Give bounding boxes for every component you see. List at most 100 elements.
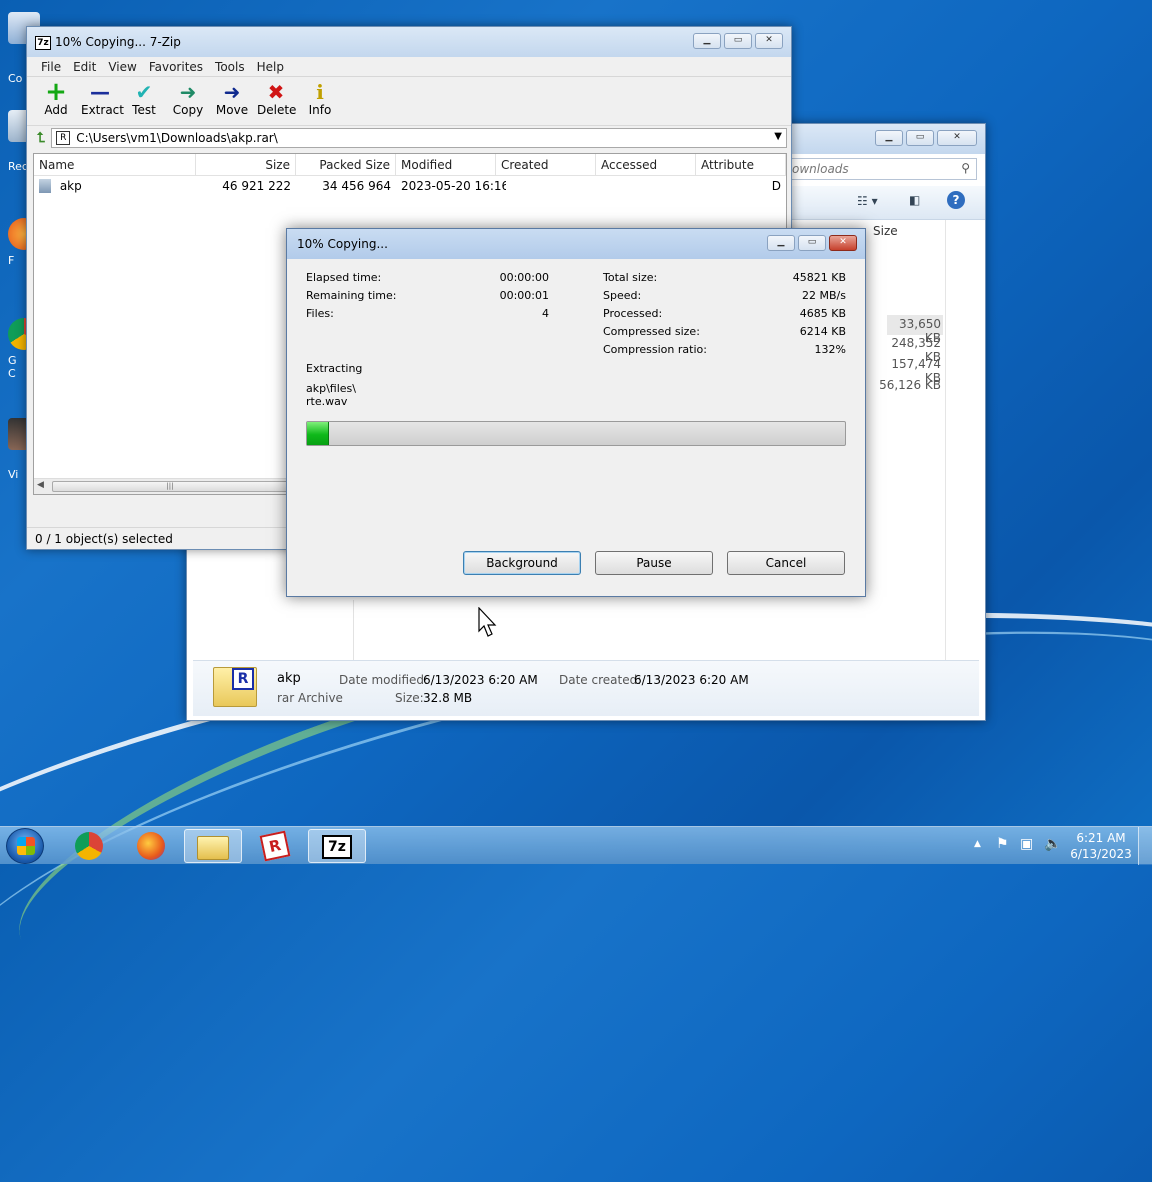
date-created-label: Date created: [559,673,642,687]
remaining-time-value: 00:00:01 [499,289,549,302]
total-size-value: 45821 KB [792,271,846,284]
add-label: Add [44,103,68,117]
taskbar-7zip[interactable]: 7z [308,829,366,863]
roblox-icon: R [259,830,291,862]
menu-tools[interactable]: Tools [209,57,251,76]
size-column-header[interactable]: Size [873,224,898,238]
column-divider [945,220,946,660]
search-input[interactable]: ownloads [792,162,849,176]
col-attributes[interactable]: Attribute [696,154,786,175]
col-accessed[interactable]: Accessed [596,154,696,175]
explorer-search-bar[interactable]: ownloads ⚲ [787,158,977,180]
elapsed-time-value: 00:00:00 [499,271,549,284]
search-icon[interactable]: ⚲ [961,161,970,175]
pause-button[interactable]: Pause [595,551,713,575]
scroll-left-icon[interactable]: ◀ [37,480,44,490]
delete-button[interactable]: ✖ Delete [257,77,297,125]
show-desktop-button[interactable] [1138,827,1152,865]
rar-archive-icon: R [213,667,257,707]
scrollbar-thumb[interactable]: ||| [52,481,288,492]
clock[interactable]: 6:21 AM 6/13/2023 [1066,830,1136,862]
sevenzip-titlebar[interactable]: 7z 10% Copying... 7-Zip ▁ ▭ ✕ [27,27,791,57]
size-label: Size: [395,691,424,705]
info-button[interactable]: i Info [301,77,339,125]
menu-help[interactable]: Help [251,57,290,76]
row-name-cell: akp [34,179,196,194]
extract-button[interactable]: — Extract [81,77,124,125]
start-button[interactable] [6,828,44,864]
taskbar-roblox[interactable]: R [246,829,304,863]
maximize-button[interactable]: ▭ [724,33,752,49]
close-button[interactable]: ✕ [937,130,977,146]
table-row[interactable]: akp 46 921 222 34 456 964 2023-05-20 16:… [34,176,786,196]
col-packed-size[interactable]: Packed Size [296,154,396,175]
clock-date: 6/13/2023 [1070,847,1132,861]
cancel-button[interactable]: Cancel [727,551,845,575]
taskbar-explorer[interactable] [184,829,242,863]
network-icon[interactable]: ▣ [1020,836,1033,852]
background-button[interactable]: Background [463,551,581,575]
current-file: rte.wav [306,395,348,408]
minimize-button[interactable]: ▁ [875,130,903,146]
col-created[interactable]: Created [496,154,596,175]
processed-value: 4685 KB [799,307,846,320]
current-path: akp\files\ [306,382,356,395]
volume-muted-icon[interactable]: 🔈 [1044,836,1061,852]
address-dropdown-icon[interactable]: ▼ [774,131,782,142]
maximize-button[interactable]: ▭ [798,235,826,251]
speed-value: 22 MB/s [802,289,846,302]
menu-favorites[interactable]: Favorites [143,57,209,76]
col-size[interactable]: Size [196,154,296,175]
help-icon[interactable]: ? [947,191,965,209]
delete-icon: ✖ [267,80,285,104]
move-icon: ➜ [223,80,241,104]
processed-label: Processed: [603,307,663,320]
files-label: Files: [306,307,334,320]
folder-icon [197,836,229,860]
menu-edit[interactable]: Edit [67,57,102,76]
progress-dialog[interactable]: 10% Copying... ▁ ▭ ✕ Elapsed time: 00:00… [286,228,866,597]
minimize-button[interactable]: ▁ [693,33,721,49]
taskbar-firefox[interactable] [122,829,180,863]
menu-file[interactable]: File [35,57,67,76]
copy-button[interactable]: ➜ Copy [169,77,207,125]
info-label: Info [308,103,332,117]
sevenzip-app-icon: 7z [35,36,51,50]
address-path: C:\Users\vm1\Downloads\akp.rar\ [76,130,278,145]
address-field[interactable]: R C:\Users\vm1\Downloads\akp.rar\ ▼ [51,127,787,148]
details-pane: R akp rar Archive Date modified: 6/13/20… [193,660,979,716]
file-name: akp [277,671,301,686]
status-text: 0 / 1 object(s) selected [35,532,173,546]
test-button[interactable]: ✔ Test [125,77,163,125]
archive-icon: R [56,130,71,145]
close-button[interactable]: ✕ [755,33,783,49]
window-title: 10% Copying... 7-Zip [55,35,181,49]
chrome-icon [75,832,103,860]
progress-titlebar[interactable]: 10% Copying... ▁ ▭ ✕ [287,229,865,259]
close-button[interactable]: ✕ [829,235,857,251]
sevenzip-taskbar-icon: 7z [322,835,352,859]
taskbar-chrome[interactable] [60,829,118,863]
preview-pane-icon[interactable]: ◧ [909,193,920,207]
up-folder-icon[interactable]: ⮤ [37,130,45,146]
add-button[interactable]: + Add [37,77,75,125]
col-name[interactable]: Name [34,154,196,175]
view-options-icon[interactable]: ☷ ▾ [857,194,878,208]
compression-ratio-label: Compression ratio: [603,343,707,356]
total-size-label: Total size: [603,271,658,284]
row-modified: 2023-05-20 16:16 [401,179,506,193]
delete-label: Delete [257,103,297,117]
move-button[interactable]: ➜ Move [213,77,251,125]
action-center-icon[interactable]: ⚑ [996,836,1009,852]
progress-bar-fill [307,422,329,445]
maximize-button[interactable]: ▭ [906,130,934,146]
row-size: 46 921 222 [222,179,291,193]
col-modified[interactable]: Modified [396,154,496,175]
elapsed-time-label: Elapsed time: [306,271,382,284]
minimize-button[interactable]: ▁ [767,235,795,251]
firefox-icon [137,832,165,860]
show-hidden-icons-icon[interactable]: ▲ [974,839,981,849]
menu-view[interactable]: View [102,57,142,76]
horizontal-scrollbar[interactable]: ◀ ||| [34,478,294,494]
mouse-cursor-icon [478,607,497,637]
